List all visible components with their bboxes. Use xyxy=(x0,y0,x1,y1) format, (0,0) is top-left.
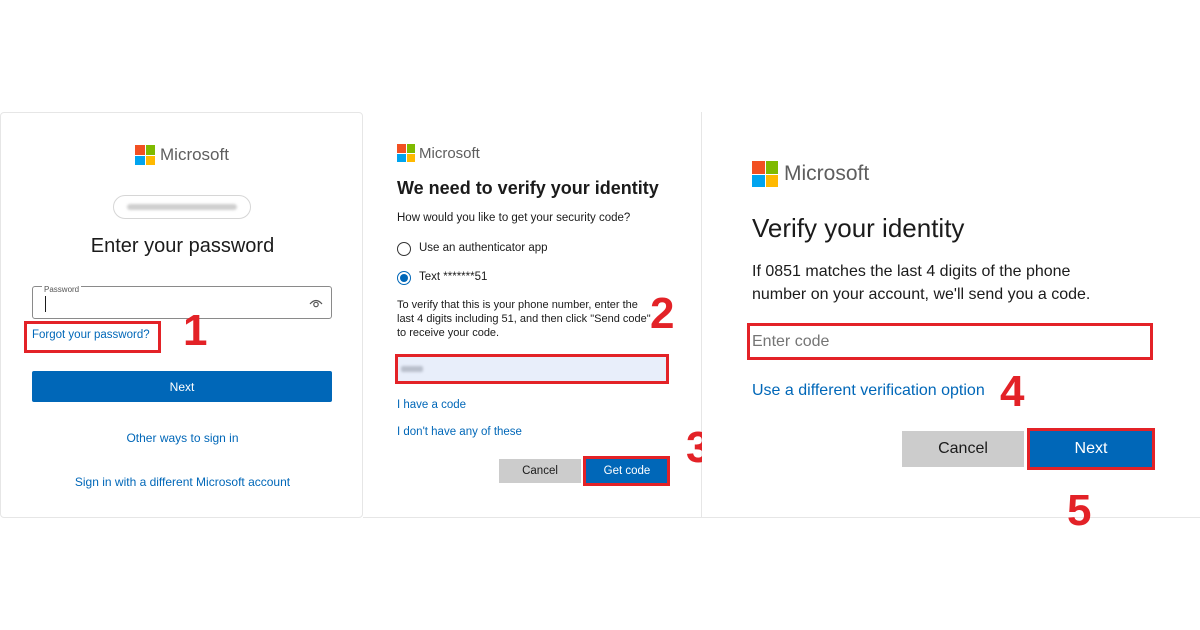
account-email-pill[interactable] xyxy=(113,195,251,219)
have-code-link[interactable]: I have a code xyxy=(397,399,466,411)
code-input-highlight xyxy=(747,323,1153,360)
radio-authenticator[interactable] xyxy=(397,242,411,256)
security-code-question: How would you like to get your security … xyxy=(397,212,631,224)
step-5-highlight xyxy=(1027,428,1155,470)
microsoft-logo-text: Microsoft xyxy=(784,162,870,185)
text-cursor xyxy=(45,296,46,312)
other-ways-link[interactable]: Other ways to sign in xyxy=(1,431,364,445)
no-options-link[interactable]: I don't have any of these xyxy=(397,426,522,438)
instruction-line: To verify that this is your phone number… xyxy=(397,299,638,311)
password-input[interactable]: Password xyxy=(32,285,332,319)
step-3-highlight xyxy=(583,456,670,486)
description-line: If 0851 matches the last 4 digits of the… xyxy=(752,263,1071,280)
microsoft-logo-text: Microsoft xyxy=(419,144,480,162)
next-button[interactable]: Next xyxy=(32,371,332,402)
option-label: Text *******51 xyxy=(419,271,488,283)
forgot-password-link[interactable]: Forgot your password? xyxy=(32,329,150,341)
instruction-line: last 4 digits including 51, and then cli… xyxy=(397,313,651,325)
step-2-number: 2 xyxy=(650,289,675,338)
step-5-number: 5 xyxy=(1067,486,1092,535)
page-title: Verify your identity xyxy=(752,213,965,243)
microsoft-logo: Microsoft xyxy=(397,144,480,162)
verify-method-panel: Microsoft We need to verify your identit… xyxy=(363,112,710,518)
step-2-highlight xyxy=(395,354,669,384)
blurred-email xyxy=(127,204,237,210)
microsoft-logo-icon xyxy=(135,145,155,165)
microsoft-logo: Microsoft xyxy=(135,145,229,165)
instruction-line: to receive your code. xyxy=(397,327,500,339)
eye-icon[interactable] xyxy=(309,297,323,309)
page-title: We need to verify your identity xyxy=(397,178,659,198)
different-option-link[interactable]: Use a different verification option xyxy=(752,382,985,400)
microsoft-logo-icon xyxy=(397,144,415,162)
option-text[interactable]: Text *******51 xyxy=(397,270,647,286)
option-label: Use an authenticator app xyxy=(419,242,548,254)
step-1-number: 1 xyxy=(183,306,208,355)
microsoft-logo: Microsoft xyxy=(752,161,869,187)
password-panel: Microsoft Enter your password Password F… xyxy=(0,112,363,518)
cancel-button[interactable]: Cancel xyxy=(499,459,581,483)
microsoft-logo-icon xyxy=(752,161,778,187)
radio-text[interactable] xyxy=(397,271,411,285)
description-line: number on your account, we'll send you a… xyxy=(752,286,1091,303)
different-account-link[interactable]: Sign in with a different Microsoft accou… xyxy=(1,475,364,489)
password-label: Password xyxy=(42,285,82,294)
option-authenticator[interactable]: Use an authenticator app xyxy=(397,241,647,257)
page-title: Enter your password xyxy=(90,235,275,257)
cancel-button[interactable]: Cancel xyxy=(902,431,1024,467)
verify-code-panel: Microsoft Verify your identity If 0851 m… xyxy=(702,112,1200,533)
verify-description: If 0851 matches the last 4 digits of the… xyxy=(752,260,1090,306)
step-4-number: 4 xyxy=(1000,367,1025,416)
microsoft-logo-text: Microsoft xyxy=(160,145,229,164)
verify-instructions: To verify that this is your phone number… xyxy=(397,298,667,340)
